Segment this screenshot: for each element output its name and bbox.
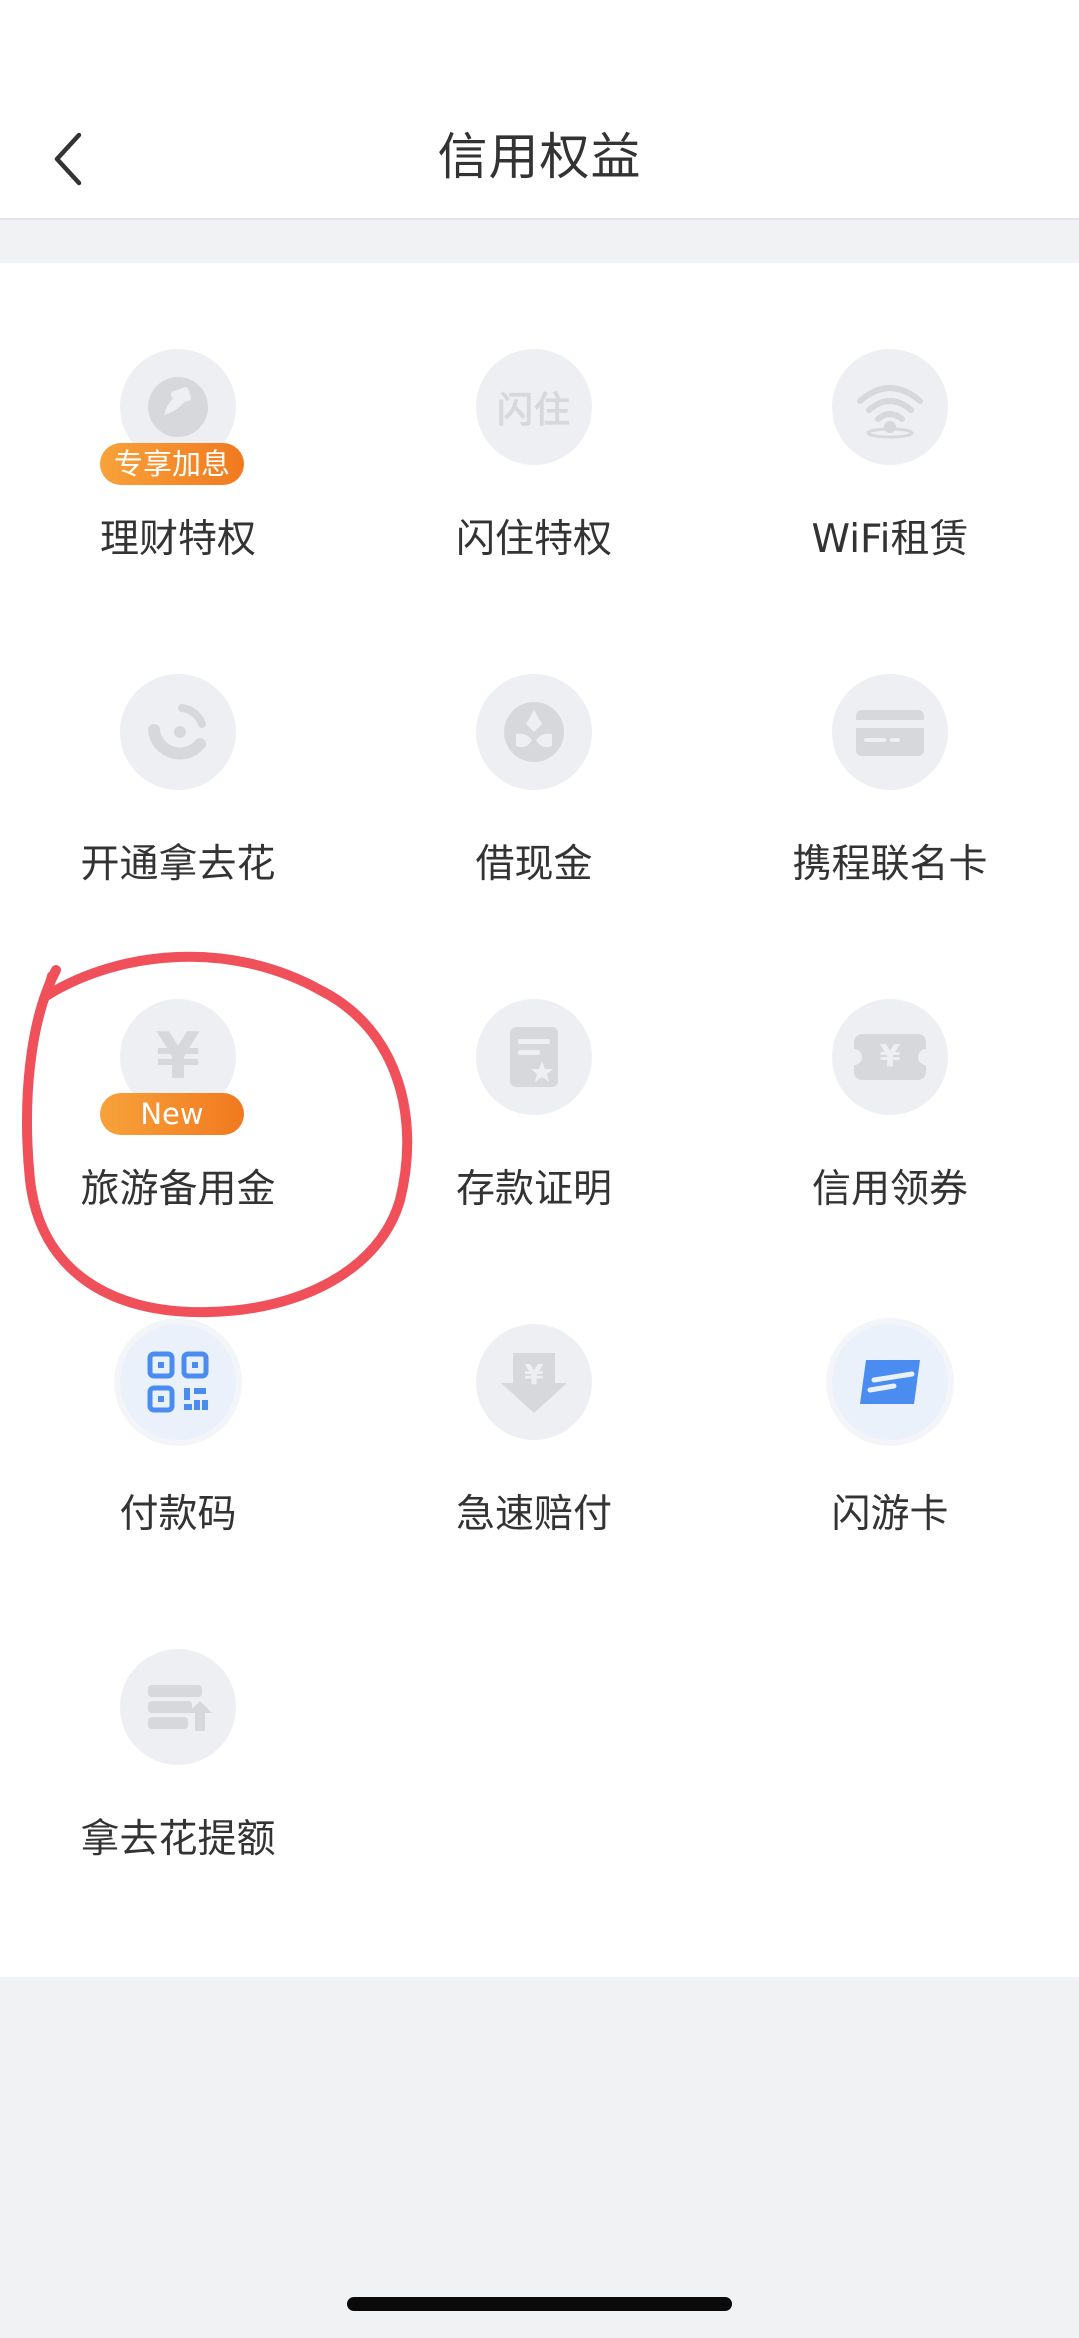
tile-quick-compensation[interactable]: ¥ 急速赔付 <box>356 1238 712 1563</box>
tile-cash-loan[interactable]: 借现金 <box>356 588 712 913</box>
credit-card-icon <box>832 674 948 790</box>
tile-payment-code[interactable]: 付款码 <box>0 1238 356 1563</box>
yuan-symbol: ¥ <box>155 1020 201 1094</box>
quick-compensation-icon: ¥ <box>476 1324 592 1440</box>
qr-code-icon <box>120 1324 236 1440</box>
status-bar <box>0 0 1079 100</box>
coupon-icon: ¥ <box>832 999 948 1115</box>
credit-raise-icon <box>120 1649 236 1765</box>
shanyou-card-icon <box>832 1324 948 1440</box>
tile-open-naquhua[interactable]: 开通拿去花 <box>0 588 356 913</box>
page-title: 信用权益 <box>437 128 642 186</box>
tile-label: 携程联名卡 <box>792 842 988 887</box>
tile-shanzhu-privilege[interactable]: 闪住 闪住特权 <box>356 263 712 588</box>
tile-label: WiFi租赁 <box>811 517 969 562</box>
new-badge: New <box>100 1093 244 1135</box>
tile-wealth-privilege[interactable]: 专享加息 理财特权 <box>0 263 356 588</box>
tile-label: 开通拿去花 <box>80 842 276 887</box>
tile-credit-coupon[interactable]: ¥ 信用领券 <box>712 913 1068 1238</box>
tile-label: 借现金 <box>475 842 593 887</box>
tile-label: 旅游备用金 <box>80 1167 276 1212</box>
naquhua-icon <box>120 674 236 790</box>
home-indicator[interactable] <box>347 2297 732 2311</box>
shanzhu-icon-text: 闪住 <box>496 390 571 431</box>
tile-label: 付款码 <box>119 1492 237 1537</box>
tile-shanyou-card[interactable]: 闪游卡 <box>712 1238 1068 1563</box>
tile-cobranded-card[interactable]: 携程联名卡 <box>712 588 1068 913</box>
wifi-icon <box>832 349 948 465</box>
shanzhu-icon: 闪住 <box>476 349 592 465</box>
tile-label: 拿去花提额 <box>80 1817 276 1862</box>
tile-label: 闪住特权 <box>455 517 612 562</box>
tile-label: 闪游卡 <box>831 1492 949 1537</box>
tile-label: 理财特权 <box>99 517 256 562</box>
tile-travel-reserve-fund[interactable]: ¥ New 旅游备用金 <box>0 913 356 1238</box>
deposit-certificate-icon <box>476 999 592 1115</box>
tile-label: 信用领券 <box>811 1167 968 1212</box>
page: 信用权益 专享加息 理财特权 闪住 闪住特权 WiFi租赁 开通拿去花 借现金 … <box>0 0 1079 2338</box>
tile-wifi-rental[interactable]: WiFi租赁 <box>712 263 1068 588</box>
coupon-yuan-symbol: ¥ <box>879 1039 901 1074</box>
tile-naquhua-credit-raise[interactable]: 拿去花提额 <box>0 1563 356 1888</box>
nav-bar: 信用权益 <box>0 100 1079 220</box>
tile-label: 急速赔付 <box>455 1492 612 1537</box>
tile-deposit-certificate[interactable]: 存款证明 <box>356 913 712 1238</box>
cash-loan-icon <box>476 674 592 790</box>
compensation-yuan-symbol: ¥ <box>524 1358 544 1391</box>
tile-label: 存款证明 <box>455 1167 612 1212</box>
benefits-grid: 专享加息 理财特权 闪住 闪住特权 WiFi租赁 开通拿去花 借现金 携程联名卡… <box>0 263 1079 1977</box>
exclusive-interest-badge: 专享加息 <box>100 443 244 485</box>
